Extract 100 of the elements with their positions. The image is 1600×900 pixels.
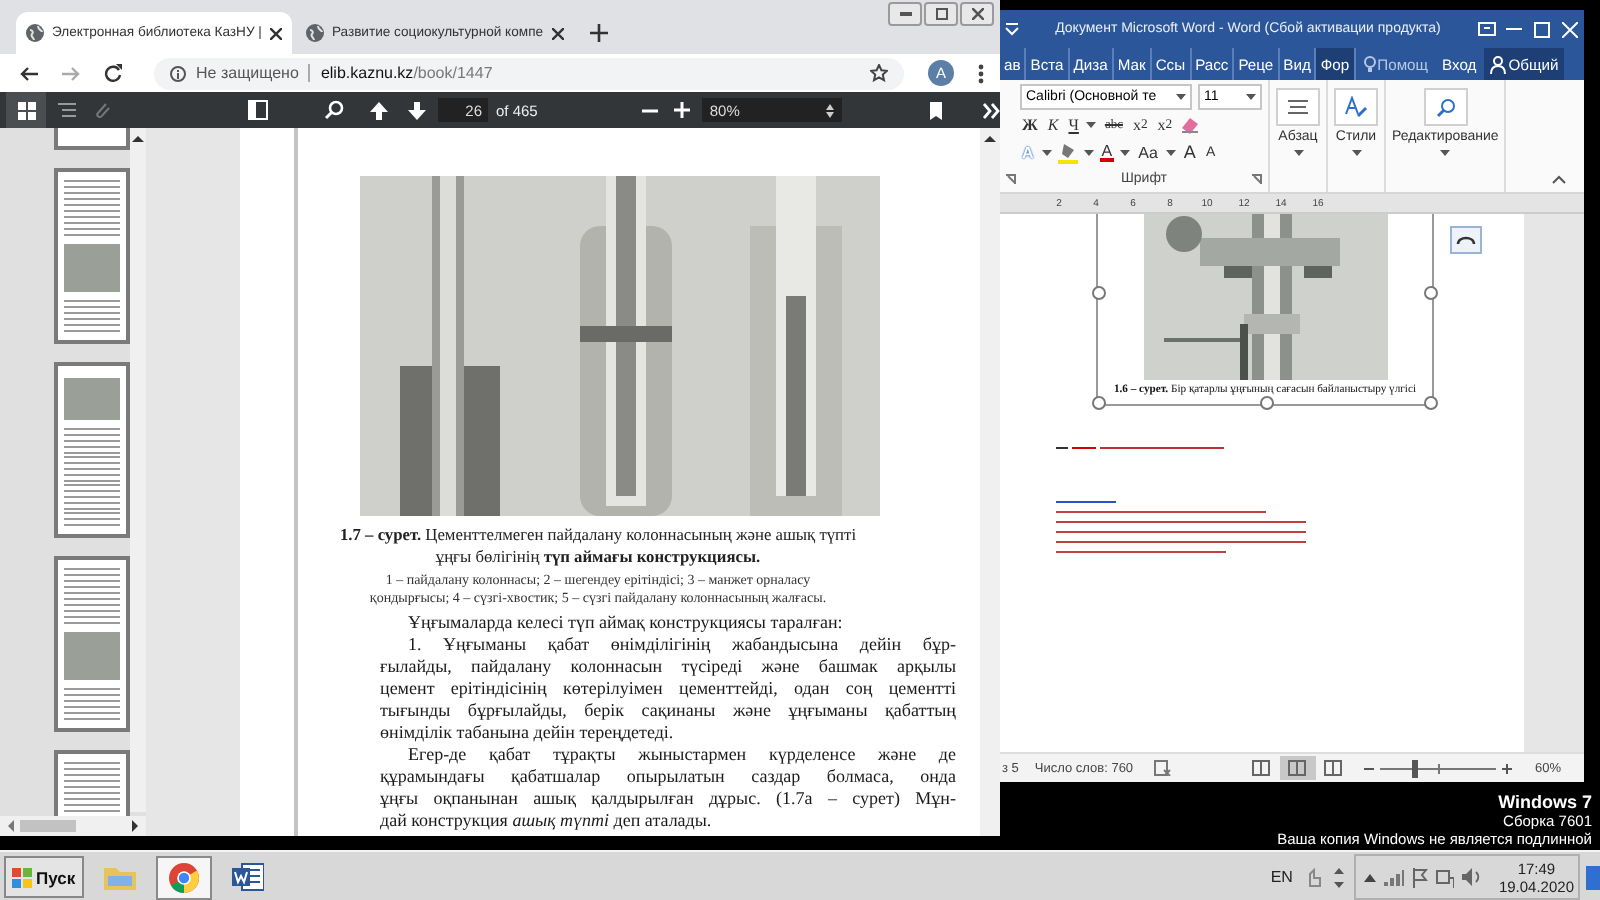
ribbon-options-icon <box>1477 22 1495 36</box>
minus-icon <box>641 107 658 113</box>
caret-icon <box>1176 91 1186 101</box>
paragraph: Егер-де қабат тұрақты жыныстармен күрделенсе және де құрамындағы қабатшалар опырылатын саздар болмаса, онда ұңғы оқпанынан ашық қалдырылған дұрыс. (1.7а – сурет) Мұн- дай конструкция ашық түпті деп аталады. <box>380 744 956 832</box>
zoom-in-icon[interactable] <box>1501 763 1512 773</box>
paragraph: Ұңғымаларда келесі түп аймақ конструкциясы таралған: <box>406 612 845 634</box>
dialog-launcher-icon[interactable] <box>1252 174 1262 184</box>
network-icon[interactable] <box>1436 867 1455 887</box>
address-bar[interactable]: Не защищено elib.kaznu.kz/book/1447 <box>154 57 904 89</box>
maximize-icon <box>935 8 947 20</box>
new-tab-icon[interactable] <box>589 24 608 42</box>
layout-options-icon <box>1450 226 1482 254</box>
font-color-button[interactable]: A <box>1099 143 1115 161</box>
close-icon[interactable] <box>551 27 564 39</box>
view-button[interactable] <box>1279 756 1316 780</box>
scrollbar[interactable] <box>130 128 146 812</box>
up-arrow-icon <box>370 101 388 119</box>
globe-icon <box>305 24 324 42</box>
page-thumbnail[interactable] <box>54 362 130 538</box>
close-icon[interactable] <box>269 27 282 39</box>
page-thumbnail[interactable] <box>54 556 130 732</box>
close-button[interactable] <box>960 2 994 26</box>
align-lines-icon <box>1288 99 1308 115</box>
caret-icon[interactable] <box>1086 119 1097 129</box>
sidebar-icon <box>248 100 268 120</box>
chrome-icon <box>167 861 200 893</box>
caret-icon[interactable] <box>1165 147 1176 157</box>
os-name: Windows 7 <box>1496 792 1592 812</box>
maximize-button[interactable] <box>924 2 958 26</box>
signal-bars-icon[interactable] <box>1384 869 1405 885</box>
paragraph: 1. Ұңғыманы қабат өнімділігінің жабандысына дейін бұр- ғылайды, пайдалану колоннасын түсіреді және башмак арқылы цемент ерітіндісінің көтерілуімен цементтейді, одан соң цементті тығынды бұрғылайды, берік сақинаны және ұңғыманы қабаттың өнімділік табанына дейін тереңдетеді. <box>380 634 956 744</box>
show-desktop-button[interactable] <box>1586 865 1600 889</box>
taskbar-app-button[interactable] <box>155 855 212 899</box>
web-layout-icon <box>1324 760 1343 776</box>
minimize-button[interactable] <box>888 2 922 26</box>
resize-handle[interactable] <box>1260 396 1274 410</box>
page-thumbnail[interactable] <box>54 168 130 344</box>
security-label: Не защищено <box>196 64 311 82</box>
up-down-caret-icon <box>825 103 834 117</box>
close-icon <box>971 8 983 20</box>
dialog-launcher-icon[interactable] <box>1006 174 1016 184</box>
paperclip-icon <box>92 100 112 120</box>
zoom-out-icon[interactable] <box>1363 763 1374 773</box>
scrollbar[interactable] <box>980 128 1000 836</box>
caret-icon <box>1351 148 1361 158</box>
resize-handle[interactable] <box>1424 396 1438 410</box>
grid-icon <box>17 101 35 119</box>
menu-icon[interactable] <box>978 63 984 83</box>
collapse-ribbon-icon[interactable] <box>1552 174 1566 184</box>
resize-handle[interactable] <box>1424 286 1438 300</box>
maximize-icon <box>1534 21 1550 37</box>
caret-icon[interactable] <box>1083 147 1094 157</box>
caret-icon[interactable] <box>1041 147 1052 157</box>
highlighter-icon[interactable] <box>1057 141 1078 163</box>
change-case-button[interactable]: Aa <box>1136 141 1160 163</box>
caret-icon <box>1246 91 1256 101</box>
quick-access-caret-icon[interactable] <box>1000 21 1024 37</box>
globe-icon <box>26 24 44 42</box>
list-icon <box>58 102 76 118</box>
down-arrow-icon <box>408 101 426 119</box>
resize-handle[interactable] <box>1092 286 1106 300</box>
figure-caption: 1.7 – сурет. Цементтелмеген пайдалану колоннасының және ашық түпті ұңғы бөлігінің түп аймағы конструкциясы. <box>337 524 859 568</box>
start-button[interactable]: Пуск <box>4 856 84 898</box>
up-caret-icon <box>132 134 144 142</box>
underline-button[interactable]: Ч <box>1066 113 1081 135</box>
back-icon[interactable] <box>20 65 38 81</box>
bookmark-icon <box>929 101 942 119</box>
document-app-icon <box>231 862 264 892</box>
italic-button[interactable]: К <box>1045 113 1061 135</box>
reload-icon[interactable] <box>104 64 122 82</box>
url-text: elib.kaznu.kz/book/1447 <box>320 64 493 82</box>
close-icon <box>1562 21 1578 37</box>
page-thumbnail[interactable] <box>54 128 130 150</box>
language-indicator[interactable]: EN <box>1270 868 1293 886</box>
resize-handle[interactable] <box>1092 396 1106 410</box>
scrollbar[interactable] <box>0 816 146 836</box>
options-arrow-icon[interactable] <box>1334 867 1345 887</box>
flag-icon[interactable] <box>1412 867 1429 887</box>
thumbnails-button[interactable] <box>6 92 46 128</box>
text-effects-button[interactable]: A <box>1020 141 1036 163</box>
search-icon <box>1435 97 1456 117</box>
windows-logo-icon <box>12 867 32 887</box>
search-icon <box>324 100 344 120</box>
styles-icon <box>1344 96 1368 118</box>
layout-options-button[interactable] <box>1450 226 1482 254</box>
lightbulb-icon <box>1363 55 1376 73</box>
right-caret-icon <box>132 820 140 832</box>
grow-font-button[interactable]: A <box>1181 141 1198 163</box>
bold-button[interactable]: Ж <box>1020 113 1040 135</box>
left-caret-icon <box>6 820 14 832</box>
page-icon <box>1288 760 1307 776</box>
caret-icon[interactable] <box>1120 147 1131 157</box>
eraser-icon[interactable] <box>1180 114 1201 134</box>
up-caret-icon[interactable] <box>1364 872 1377 882</box>
folder-icon <box>101 862 138 892</box>
proofing-icon[interactable] <box>1153 760 1172 776</box>
up-caret-icon <box>984 134 996 142</box>
star-icon[interactable] <box>870 64 888 82</box>
book-icon <box>1252 760 1271 776</box>
speaker-icon[interactable] <box>1462 868 1483 886</box>
